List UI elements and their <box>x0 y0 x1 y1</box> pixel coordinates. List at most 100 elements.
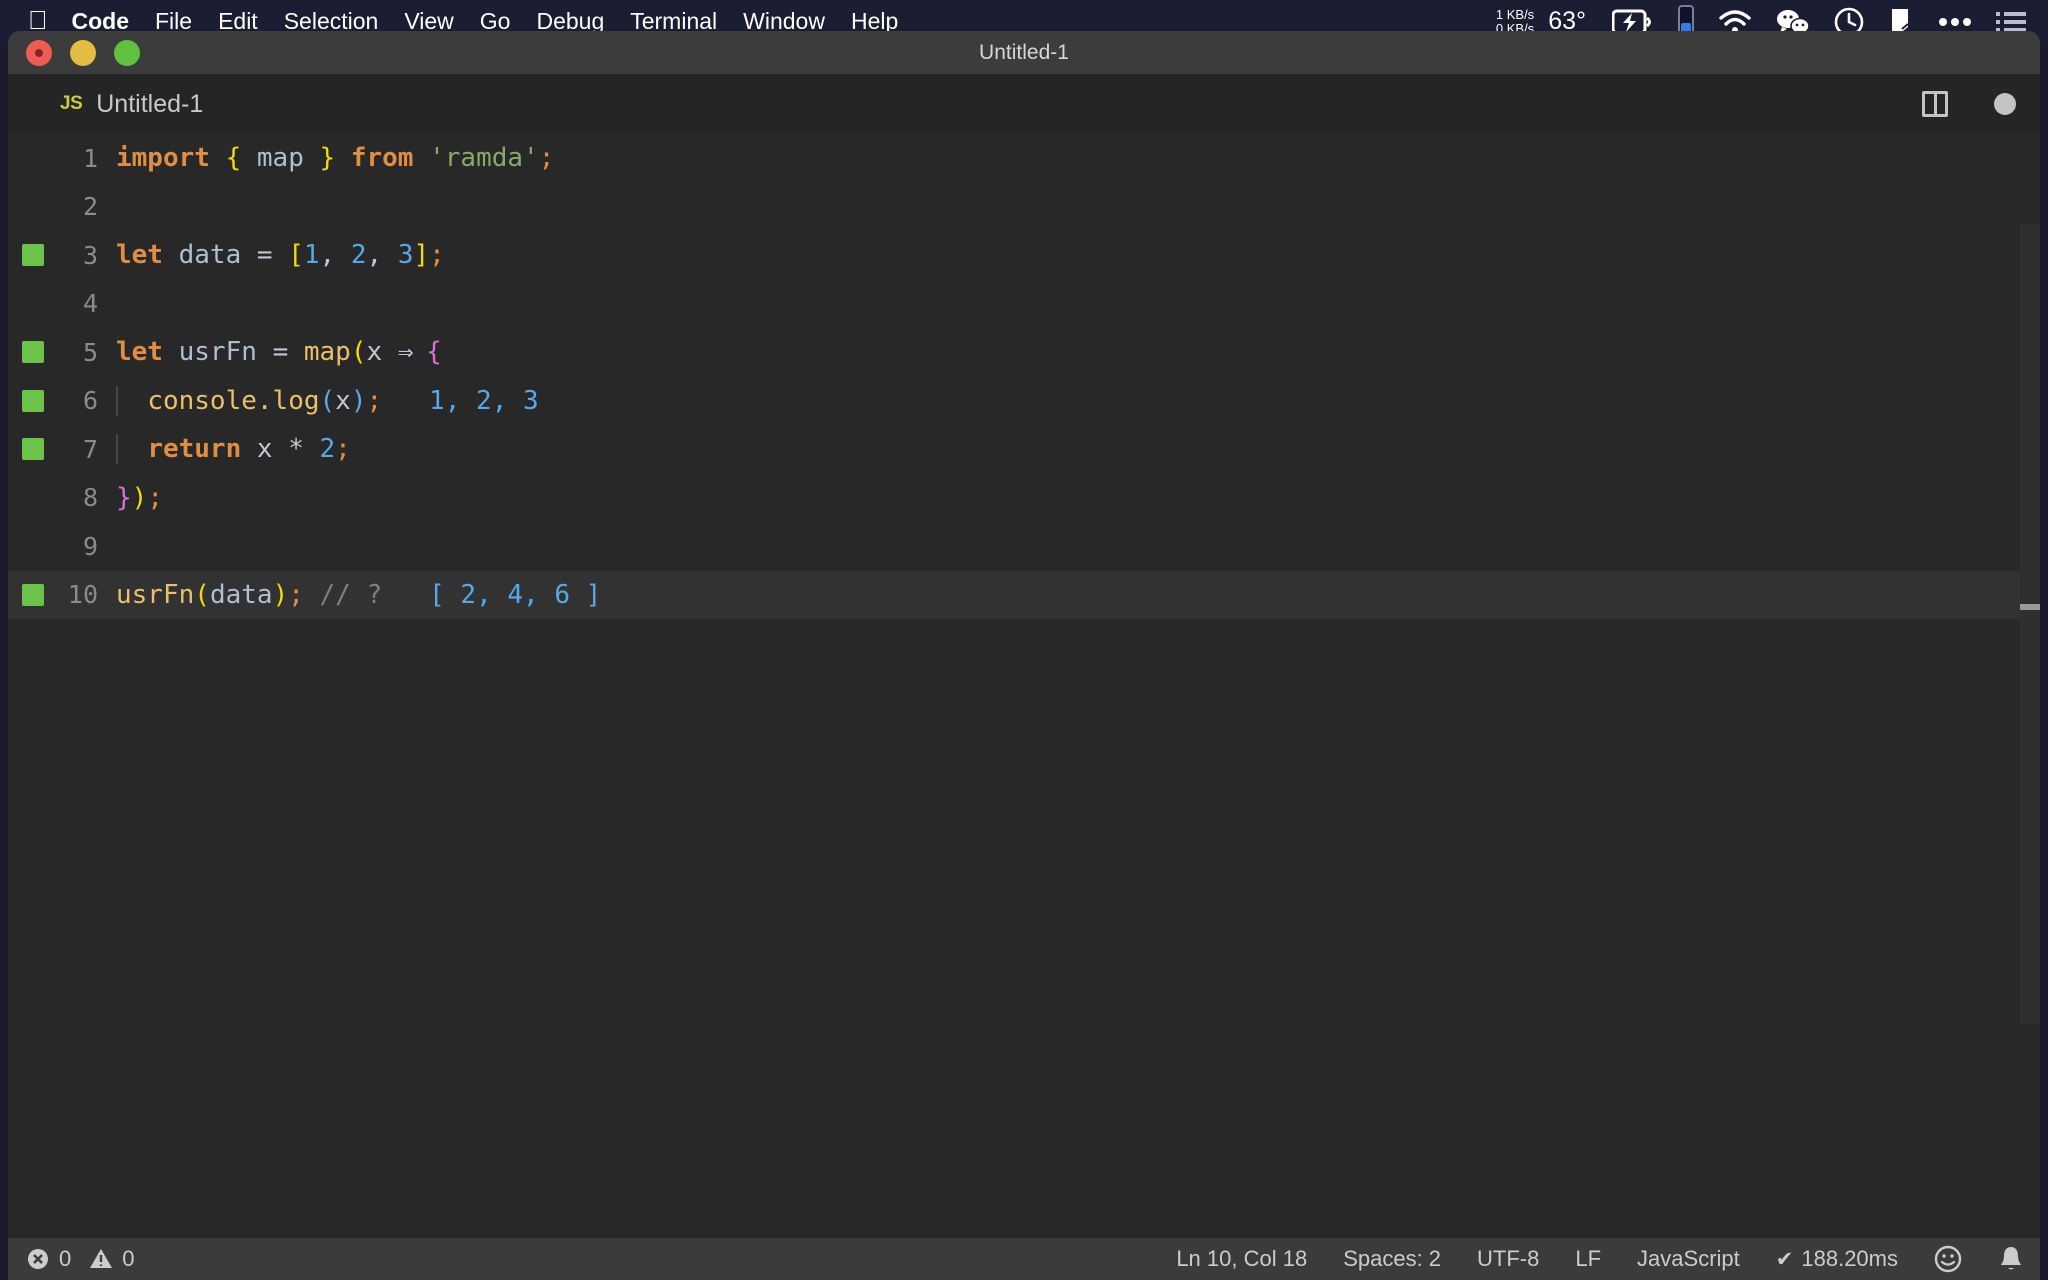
token-pun: ; <box>288 580 304 610</box>
network-upload-speed: 1 KB/s <box>1496 8 1534 22</box>
status-cursor-position[interactable]: Ln 10, Col 18 <box>1158 1246 1325 1272</box>
token-br: ) <box>273 580 289 610</box>
error-count: 0 <box>59 1246 71 1272</box>
list-icon[interactable] <box>1996 11 2026 33</box>
code-row[interactable]: 3let data = [1, 2, 3]; <box>8 231 2040 280</box>
token-op <box>163 240 179 270</box>
token-op: = <box>273 337 289 367</box>
code-text: let usrFn = map(x ⇒ { <box>116 337 442 367</box>
code-row[interactable]: 8}); <box>8 474 2040 523</box>
token-op: x <box>367 337 383 367</box>
code-row[interactable]: 10usrFn(data); // ? [ 2, 4, 6 ] <box>8 571 2040 620</box>
smiley-icon[interactable] <box>1916 1245 1980 1273</box>
token-op <box>304 143 320 173</box>
apple-logo-icon[interactable]:  <box>28 7 48 33</box>
code-row[interactable]: 2 <box>8 183 2040 232</box>
token-op <box>163 337 179 367</box>
indent-guide <box>116 434 118 464</box>
token-id: map <box>257 143 304 173</box>
split-editor-icon[interactable] <box>1922 91 1948 117</box>
code-row[interactable]: 1import { map } from 'ramda'; <box>8 134 2040 183</box>
warning-icon <box>89 1247 113 1271</box>
token-op <box>410 337 426 367</box>
bell-icon[interactable] <box>1980 1245 2040 1273</box>
breakpoint-marker[interactable] <box>22 390 44 412</box>
token-id: data <box>179 240 242 270</box>
token-id: data <box>210 580 273 610</box>
token-op <box>257 337 273 367</box>
token-br: { <box>226 143 242 173</box>
token-op <box>382 337 398 367</box>
token-pun: ; <box>429 240 445 270</box>
code-row[interactable]: 4 <box>8 280 2040 329</box>
token-op: = <box>257 240 273 270</box>
code-editor[interactable]: 1import { map } from 'ramda';23let data … <box>8 134 2040 1238</box>
token-op <box>413 143 429 173</box>
token-op <box>273 434 289 464</box>
token-brp: } <box>116 483 132 513</box>
breakpoint-marker[interactable] <box>22 341 44 363</box>
token-kw: return <box>147 434 241 464</box>
ellipsis-icon[interactable] <box>1938 17 1972 27</box>
token-op: * <box>288 434 304 464</box>
window-title: Untitled-1 <box>8 41 2040 65</box>
code-text: }); <box>116 483 163 513</box>
status-indentation[interactable]: Spaces: 2 <box>1325 1246 1459 1272</box>
scrollbar-thumb[interactable] <box>2020 224 2040 1024</box>
line-number: 2 <box>8 192 116 221</box>
token-brb: ) <box>351 386 367 416</box>
token-fn: console <box>147 386 257 416</box>
token-fn: usrFn <box>116 580 194 610</box>
status-language-mode[interactable]: JavaScript <box>1619 1246 1758 1272</box>
code-row[interactable]: 6 console.log(x); 1, 2, 3 <box>8 377 2040 426</box>
token-brb: ( <box>320 386 336 416</box>
editor-vertical-scrollbar[interactable] <box>2020 134 2040 1238</box>
token-br: [ <box>288 240 304 270</box>
check-icon: ✔ <box>1776 1247 1794 1272</box>
status-eol[interactable]: LF <box>1557 1246 1619 1272</box>
error-icon <box>26 1247 50 1271</box>
token-op <box>116 386 147 416</box>
token-arrow: ⇒ <box>398 337 411 367</box>
token-inline: 1, 2, 3 <box>382 386 539 416</box>
code-text: let data = [1, 2, 3]; <box>116 240 445 270</box>
dirty-indicator-dot[interactable] <box>1994 93 2016 115</box>
token-kw: let <box>116 240 163 270</box>
tab-label: Untitled-1 <box>96 90 203 119</box>
status-encoding[interactable]: UTF-8 <box>1459 1246 1557 1272</box>
line-number: 9 <box>8 532 116 561</box>
code-row[interactable]: 5let usrFn = map(x ⇒ { <box>8 328 2040 377</box>
code-row[interactable]: 7 return x * 2; <box>8 425 2040 474</box>
status-problems[interactable]: 0 0 <box>26 1246 153 1272</box>
token-id: usrFn <box>179 337 257 367</box>
token-op <box>304 434 320 464</box>
code-row[interactable]: 9 <box>8 522 2040 571</box>
line-number: 1 <box>8 144 116 173</box>
token-op <box>288 337 304 367</box>
token-br: } <box>320 143 336 173</box>
runtime-value: 188.20ms <box>1801 1246 1898 1272</box>
status-runtime[interactable]: ✔ 188.20ms <box>1758 1246 1916 1272</box>
scrollbar-marker <box>2020 604 2040 610</box>
line-number: 8 <box>8 483 116 512</box>
tab-untitled-1[interactable]: JS Untitled-1 <box>8 74 225 134</box>
token-op <box>273 240 289 270</box>
token-br: ] <box>413 240 429 270</box>
breakpoint-marker[interactable] <box>22 438 44 460</box>
code-text: import { map } from 'ramda'; <box>116 143 554 173</box>
token-br: ) <box>132 483 148 513</box>
token-br: ( <box>351 337 367 367</box>
editor-actions <box>1922 74 2016 134</box>
token-pun: ; <box>335 434 351 464</box>
window-titlebar: Untitled-1 <box>8 31 2040 74</box>
token-fn: map <box>304 337 351 367</box>
token-str: 'ramda' <box>429 143 539 173</box>
token-inline: [ 2, 4, 6 ] <box>382 580 601 610</box>
code-line-list: 1import { map } from 'ramda';23let data … <box>8 134 2040 619</box>
token-num: 3 <box>398 240 414 270</box>
breakpoint-marker[interactable] <box>22 244 44 266</box>
token-kw: from <box>351 143 414 173</box>
token-op: x <box>335 386 351 416</box>
code-text: usrFn(data); // ? [ 2, 4, 6 ] <box>116 580 601 610</box>
breakpoint-marker[interactable] <box>22 584 44 606</box>
